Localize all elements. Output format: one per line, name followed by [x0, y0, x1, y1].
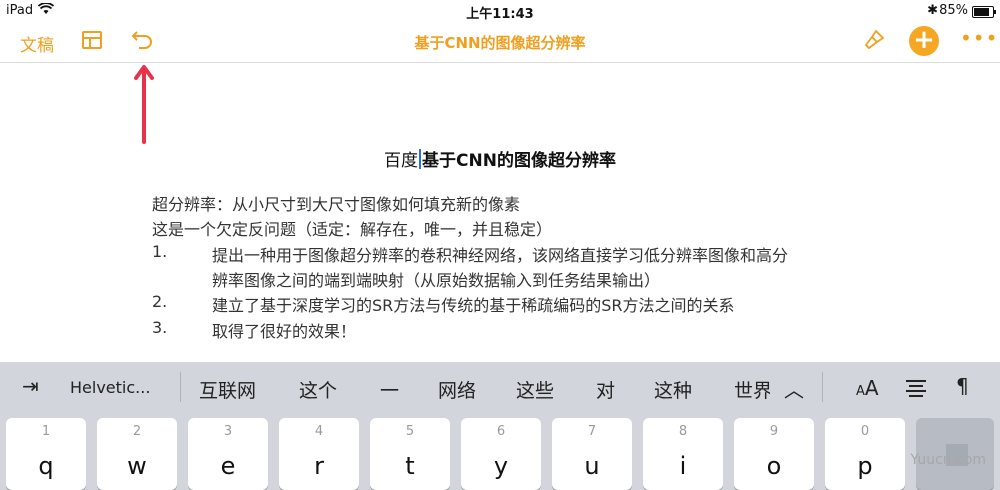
battery-level [974, 8, 990, 16]
key-y[interactable]: 6y [461, 418, 541, 490]
paragraph[interactable]: 超分辨率：从小尺寸到大尺寸图像如何填充新的像素 [152, 191, 520, 215]
key-q[interactable]: 1q [6, 418, 86, 490]
list-item-text[interactable]: 提出一种用于图像超分辨率的卷积神经网络，该网络直接学习低分辨率图像和高分 [212, 242, 788, 266]
paragraph-style-button[interactable]: ¶ [956, 374, 969, 398]
key-number: 6 [496, 424, 506, 439]
key-number: 4 [314, 424, 324, 439]
divider [180, 372, 181, 402]
key-p[interactable]: 0p [825, 418, 905, 490]
watermark: Yuucn.com [910, 452, 986, 468]
suggestion[interactable]: 一 [380, 376, 399, 403]
suggestion[interactable]: 互联网 [199, 376, 256, 403]
align-icon[interactable] [906, 380, 926, 400]
annotation-arrow [134, 65, 154, 144]
add-button[interactable]: + [909, 26, 939, 56]
key-number: 8 [678, 424, 688, 439]
suggestion[interactable]: 网络 [438, 376, 476, 403]
key-letter: e [220, 452, 236, 480]
font-size-small: A [856, 384, 865, 399]
list-number: 2. [152, 292, 168, 311]
keyboard: 1q 2w 3e 4r 5t 6y 7u 8i 9o 0p [0, 412, 1000, 490]
battery-icon [972, 6, 996, 18]
toolbar: 文稿 基于CNN的图像超分辨率 + ••• [0, 22, 1000, 63]
suggestion[interactable]: 这些 [516, 376, 554, 403]
key-letter: w [127, 452, 147, 480]
chevron-up-icon[interactable]: ︿ [784, 374, 804, 403]
more-button[interactable]: ••• [960, 26, 998, 50]
bluetooth-icon: ✱ [927, 3, 938, 18]
text-cursor [419, 149, 422, 169]
paragraph[interactable]: 这是一个欠定反问题（适定：解存在，唯一，并且稳定） [152, 216, 552, 240]
key-r[interactable]: 4r [279, 418, 359, 490]
list-number: 1. [152, 242, 168, 261]
document-title: 基于CNN的图像超分辨率 [414, 34, 586, 52]
key-w[interactable]: 2w [97, 418, 177, 490]
doc-heading-prefix: 百度 [384, 151, 419, 171]
clock: 上午11:43 [466, 7, 534, 22]
key-letter: i [679, 452, 687, 480]
keyboard-shortcut-bar: ⇥ Helvetic... 互联网 这个 一 网络 这些 对 这种 世界 ︿ A… [0, 362, 1000, 412]
doc-heading[interactable]: 百度 基于CNN的图像超分辨率 [0, 146, 1000, 171]
list-item-text[interactable]: 建立了基于深度学习的SR方法与传统的基于稀疏编码的SR方法之间的关系 [212, 292, 735, 316]
key-e[interactable]: 3e [188, 418, 268, 490]
key-letter: r [314, 452, 324, 480]
key-number: 5 [405, 424, 415, 439]
key-number: 7 [587, 424, 597, 439]
suggestion[interactable]: 世界 [734, 376, 770, 403]
doc-heading-main: 基于CNN的图像超分辨率 [422, 151, 616, 171]
key-number: 1 [41, 424, 51, 439]
list-item-text[interactable]: 取得了很好的效果！ [212, 318, 356, 342]
font-picker[interactable]: Helvetic... [70, 378, 150, 397]
key-t[interactable]: 5t [370, 418, 450, 490]
key-number: 0 [860, 424, 870, 439]
key-letter: t [405, 452, 415, 480]
key-letter: q [38, 452, 54, 480]
key-letter: p [857, 452, 873, 480]
key-i[interactable]: 8i [643, 418, 723, 490]
font-size-big: A [864, 376, 879, 400]
list-number: 3. [152, 318, 168, 337]
key-u[interactable]: 7u [552, 418, 632, 490]
format-brush-icon[interactable] [862, 28, 886, 57]
battery-percent: 85% [939, 3, 968, 18]
key-o[interactable]: 9o [734, 418, 814, 490]
key-letter: y [493, 452, 509, 480]
status-bar: iPad 上午11:43 ✱ 85% [0, 0, 1000, 22]
font-size-button[interactable]: AA [856, 376, 879, 400]
key-letter: u [584, 452, 600, 480]
divider [822, 372, 823, 402]
key-number: 2 [132, 424, 142, 439]
key-number: 9 [769, 424, 779, 439]
key-letter: o [766, 452, 782, 480]
suggestion[interactable]: 这个 [299, 376, 337, 403]
suggestion[interactable]: 这种 [654, 376, 692, 403]
tab-key-icon[interactable]: ⇥ [22, 374, 39, 398]
list-item-text[interactable]: 辨率图像之间的端到端映射（从原始数据输入到任务结果输出） [212, 267, 660, 291]
suggestion[interactable]: 对 [596, 376, 615, 403]
key-number: 3 [223, 424, 233, 439]
